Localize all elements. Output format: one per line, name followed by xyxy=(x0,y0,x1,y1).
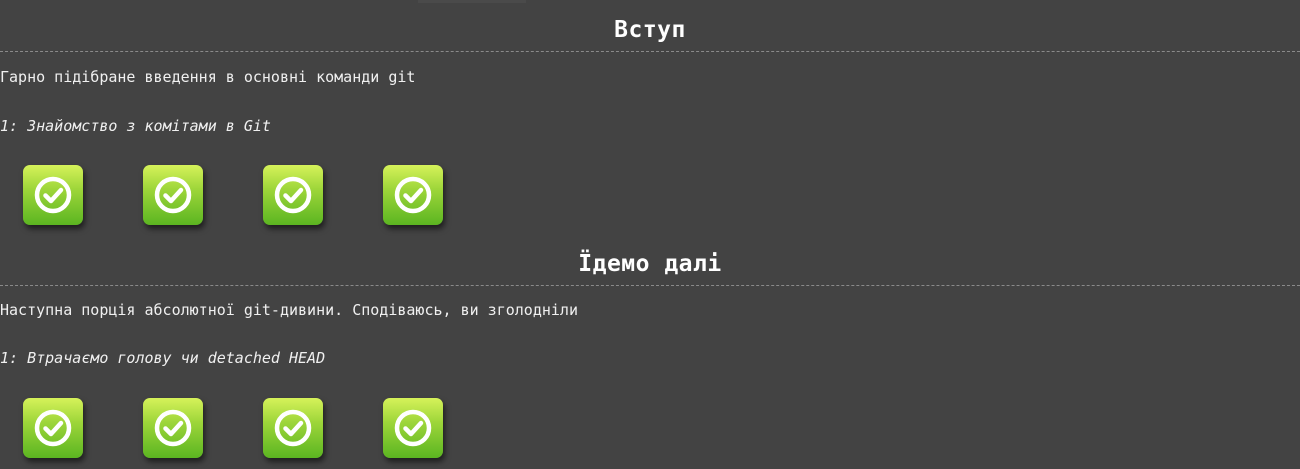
level-button-4[interactable] xyxy=(383,165,443,225)
section-title: Вступ xyxy=(614,17,686,43)
level-label: 1: Знайомство з комітами в Git xyxy=(0,117,271,135)
level-button-1[interactable] xyxy=(23,165,83,225)
section-title: Їдемо далі xyxy=(578,251,722,277)
section-description: Гарно підібране введення в основні коман… xyxy=(0,68,416,86)
level-button-3[interactable] xyxy=(263,165,323,225)
check-icon xyxy=(274,409,312,447)
level-button-2[interactable] xyxy=(143,398,203,458)
level-button-4[interactable] xyxy=(383,398,443,458)
level-selector: Вступ Гарно підібране введення в основні… xyxy=(0,0,1300,469)
check-icon xyxy=(154,176,192,214)
level-button-1[interactable] xyxy=(23,398,83,458)
level-buttons-row xyxy=(0,165,600,235)
level-label: 1: Втрачаємо голову чи detached HEAD xyxy=(0,349,326,367)
check-icon xyxy=(394,176,432,214)
check-icon xyxy=(274,176,312,214)
check-icon xyxy=(394,409,432,447)
level-button-2[interactable] xyxy=(143,165,203,225)
check-icon xyxy=(34,409,72,447)
level-buttons-row xyxy=(0,398,600,468)
check-icon xyxy=(154,409,192,447)
check-icon xyxy=(34,176,72,214)
section-divider xyxy=(0,51,1300,52)
section-description: Наступна порція абсолютної git-дивини. С… xyxy=(0,301,578,319)
level-button-3[interactable] xyxy=(263,398,323,458)
top-tab-edge xyxy=(418,0,526,3)
section-divider xyxy=(0,285,1300,286)
